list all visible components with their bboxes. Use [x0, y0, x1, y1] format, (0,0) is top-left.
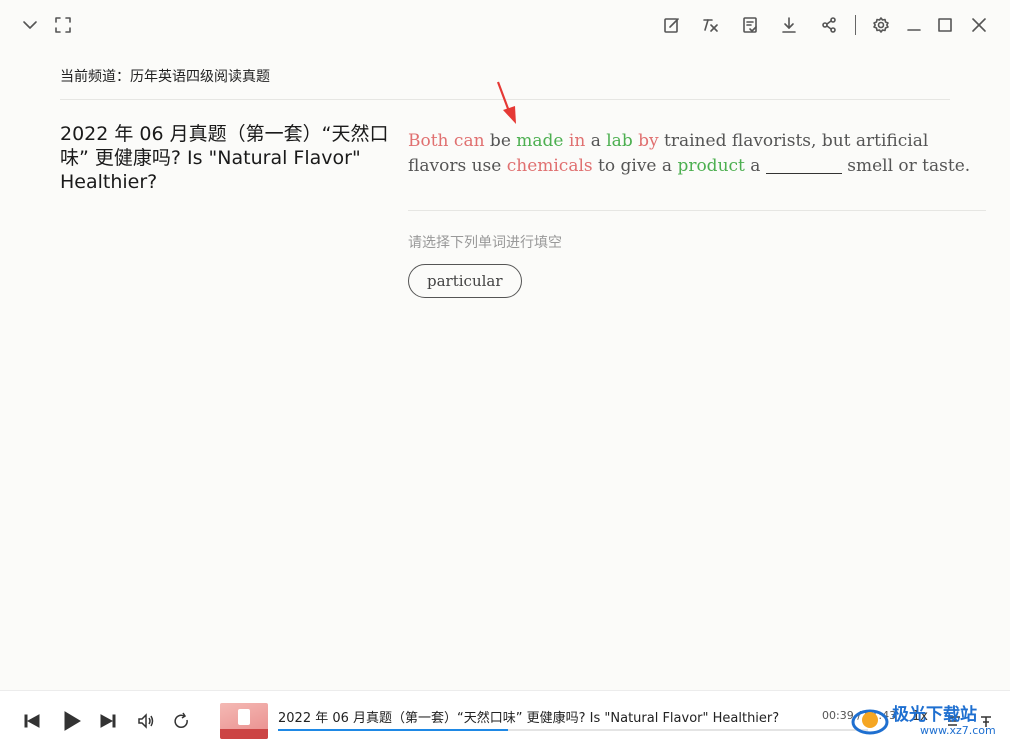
- thumbnail-figure: [238, 709, 250, 725]
- minimize-icon[interactable]: [903, 14, 925, 36]
- previous-icon[interactable]: [22, 711, 42, 731]
- highlighted-word[interactable]: chemicals: [507, 156, 593, 176]
- watermark-url: www.xz7.com: [920, 724, 996, 737]
- article-title: 2022 年 06 月真题（第一套）“天然口味” 更健康吗? Is "Natur…: [60, 123, 389, 193]
- highlighted-word[interactable]: product: [677, 156, 744, 176]
- highlighted-word[interactable]: can: [454, 131, 485, 151]
- edit-icon[interactable]: [661, 14, 683, 36]
- close-icon[interactable]: [968, 14, 990, 36]
- sentence-text: be: [484, 131, 517, 151]
- highlighted-word[interactable]: in: [569, 131, 585, 151]
- sentence-text: a: [585, 131, 607, 151]
- word-option-button[interactable]: particular: [408, 264, 522, 298]
- volume-icon[interactable]: [136, 711, 156, 731]
- maximize-icon[interactable]: [934, 14, 956, 36]
- chevron-down-icon[interactable]: [19, 14, 41, 36]
- highlighted-word[interactable]: made: [516, 131, 563, 151]
- notes-icon[interactable]: [739, 14, 761, 36]
- top-toolbar: [0, 0, 1010, 50]
- fill-prompt: 请选择下列单词进行填空: [408, 235, 562, 251]
- highlighted-word[interactable]: by: [638, 131, 659, 151]
- current-channel-label: 当前频道：历年英语四级阅读真题: [60, 69, 270, 85]
- progress-slider[interactable]: [278, 729, 868, 731]
- highlighted-word[interactable]: lab: [606, 131, 632, 151]
- sentence-tail: smell or taste.: [841, 156, 971, 176]
- exercise-divider: [408, 210, 986, 211]
- fullscreen-icon[interactable]: [52, 14, 74, 36]
- share-icon[interactable]: [818, 14, 840, 36]
- now-playing-title: 2022 年 06 月真题（第一套）“天然口味” 更健康吗? Is "Natur…: [278, 711, 780, 726]
- repeat-icon[interactable]: [171, 711, 191, 731]
- red-arrow-annotation: [496, 81, 516, 124]
- track-thumbnail: [220, 703, 268, 739]
- translate-icon[interactable]: [700, 14, 722, 36]
- settings-icon[interactable]: [870, 14, 892, 36]
- download-icon[interactable]: [778, 14, 800, 36]
- answer-blank[interactable]: [765, 156, 842, 174]
- watermark-site-name: 极光下载站: [892, 705, 977, 725]
- watermark-logo-icon: [851, 709, 889, 735]
- highlighted-word[interactable]: Both: [408, 131, 449, 151]
- site-watermark: 极光下载站 www.xz7.com: [848, 696, 1008, 746]
- toolbar-divider: [855, 15, 856, 35]
- sentence-text: a: [744, 156, 766, 176]
- thumbnail-band: [220, 729, 268, 739]
- progress-fill: [278, 729, 509, 731]
- sentence-text: to give a: [592, 156, 678, 176]
- play-icon[interactable]: [60, 709, 84, 733]
- exercise-sentence: Both can be made in a lab by trained fla…: [408, 129, 988, 179]
- next-icon[interactable]: [98, 711, 118, 731]
